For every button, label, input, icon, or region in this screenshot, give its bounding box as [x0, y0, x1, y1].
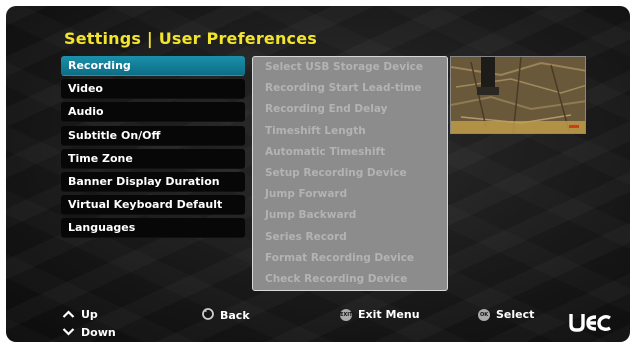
submenu-item[interactable]: Timeshift Length: [253, 121, 447, 142]
submenu-item[interactable]: Series Record: [253, 227, 447, 248]
menu-item-recording[interactable]: Recording: [61, 56, 245, 76]
menu-item-label: Recording: [68, 59, 131, 72]
page-title: Settings | User Preferences: [64, 29, 318, 48]
down-hint: Down: [62, 326, 116, 339]
exit-button-icon: EXIT: [340, 308, 353, 321]
menu-item-languages[interactable]: Languages: [61, 218, 245, 239]
back-hint: Back: [202, 308, 250, 323]
back-icon: [202, 308, 214, 323]
up-hint: Up: [62, 308, 98, 321]
menu-item-label: Video: [68, 82, 103, 96]
settings-menu: Recording Video Audio Subtitle On/Off Ti…: [61, 56, 245, 242]
ok-button-icon: OK: [478, 308, 490, 321]
menu-item-label: Audio: [68, 105, 104, 119]
submenu-item[interactable]: Automatic Timeshift: [253, 142, 447, 163]
uec-logo-mark: [569, 314, 611, 332]
chevron-down-icon: [62, 326, 75, 339]
preview-image: [451, 57, 585, 133]
menu-item-subtitle[interactable]: Subtitle On/Off: [61, 125, 245, 146]
submenu-item[interactable]: Recording Start Lead-time: [253, 78, 447, 99]
menu-item-label: Subtitle On/Off: [68, 128, 161, 142]
up-label: Up: [81, 308, 98, 321]
submenu-item[interactable]: Format Recording Device: [253, 248, 447, 269]
submenu-item[interactable]: Setup Recording Device: [253, 163, 447, 184]
exit-label: Exit Menu: [358, 308, 420, 321]
submenu-item[interactable]: Select USB Storage Device: [253, 57, 447, 78]
down-label: Down: [81, 326, 116, 339]
menu-item-virtual-keyboard[interactable]: Virtual Keyboard Default: [61, 195, 245, 216]
menu-item-label: Languages: [68, 221, 136, 235]
recording-submenu: Select USB Storage Device Recording Star…: [252, 56, 448, 291]
submenu-item[interactable]: Check Recording Device: [253, 269, 447, 290]
menu-item-audio[interactable]: Audio: [61, 102, 245, 123]
menu-item-video[interactable]: Video: [61, 79, 245, 100]
chevron-up-icon: [62, 308, 75, 321]
video-preview: [450, 56, 586, 134]
uec-logo: [568, 310, 612, 340]
menu-item-banner-duration[interactable]: Banner Display Duration: [61, 171, 245, 192]
back-label: Back: [220, 309, 250, 322]
menu-item-label: Time Zone: [68, 151, 133, 165]
submenu-item[interactable]: Jump Backward: [253, 205, 447, 226]
submenu-item[interactable]: Recording End Delay: [253, 99, 447, 120]
submenu-item[interactable]: Jump Forward: [253, 184, 447, 205]
exit-hint: EXIT Exit Menu: [340, 308, 420, 321]
menu-item-label: Virtual Keyboard Default: [68, 198, 223, 212]
select-label: Select: [496, 308, 535, 321]
select-hint: OK Select: [478, 308, 534, 321]
tv-screen: Settings | User Preferences Recording Vi…: [6, 6, 630, 342]
menu-item-label: Banner Display Duration: [68, 174, 220, 188]
menu-item-time-zone[interactable]: Time Zone: [61, 148, 245, 169]
